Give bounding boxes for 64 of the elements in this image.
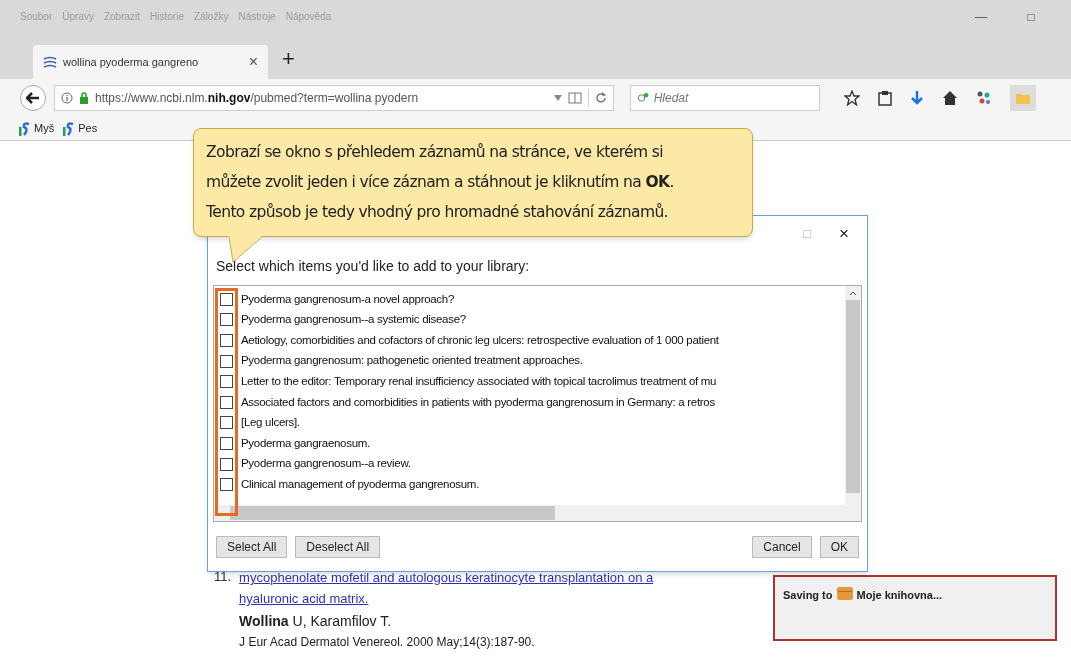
- bookmark[interactable]: Pes: [62, 120, 98, 137]
- horizontal-scrollbar-thumb[interactable]: [230, 506, 555, 520]
- result-number: 11.: [214, 568, 232, 586]
- tab-title: wollina pyoderma gangreno: [63, 54, 199, 70]
- checkbox[interactable]: [220, 416, 233, 430]
- dialog-prompt: Select which items you'd like to add to your library:: [216, 257, 531, 276]
- checkbox[interactable]: [220, 292, 233, 306]
- item-title: Pyoderma gangraenosum.: [241, 435, 370, 451]
- scrollbar-thumb[interactable]: [846, 300, 860, 493]
- new-tab-button[interactable]: +: [282, 42, 295, 75]
- item-title: Associated factors and comorbidities in patients with pyoderma gangrenosum in Germany: a retros: [241, 394, 715, 410]
- checkbox[interactable]: [220, 478, 233, 492]
- checkbox[interactable]: [220, 457, 233, 471]
- checkbox[interactable]: [220, 395, 233, 409]
- dialog-button[interactable]: Cancel: [752, 536, 812, 558]
- window-control[interactable]: ×: [839, 221, 849, 247]
- authors-text: Wollina U, Karamfilov T.: [239, 612, 393, 631]
- library-name: Moje knihovna...: [856, 588, 943, 603]
- folder-icon: [1016, 92, 1030, 104]
- info-icon: [61, 92, 73, 104]
- lock-icon: [79, 92, 89, 104]
- checkbox[interactable]: [220, 436, 233, 450]
- journal-text: J Eur Acad Dermatol Venereol. 2000 May;14(3):187-90.: [239, 634, 536, 651]
- home-icon[interactable]: [942, 90, 958, 106]
- back-button[interactable]: [20, 85, 46, 111]
- item-title: Aetiology, comorbidities and cofactors of chronic leg ulcers: retrospective evaluation of 1 000 patient: [241, 332, 719, 348]
- close-icon[interactable]: ×: [248, 50, 258, 74]
- clipboard-icon[interactable]: [878, 90, 892, 106]
- bookmark[interactable]: Myš: [18, 120, 55, 137]
- search-input[interactable]: Hledat: [653, 89, 813, 107]
- item-title: Pyoderma gangrenosum--a review.: [241, 456, 411, 472]
- url-text: https://www.ncbi.nlm.nih.gov/pubmed?term=wollina pyodern: [95, 90, 419, 107]
- dropdown-icon[interactable]: [554, 95, 562, 101]
- dialog-button[interactable]: OK: [819, 536, 859, 558]
- address-bar[interactable]: https://www.ncbi.nlm.nih.gov/pubmed?term=wollina pyodern: [54, 85, 614, 111]
- checkbox[interactable]: [220, 375, 233, 389]
- library-icon: [836, 587, 853, 600]
- item-title: Pyoderma gangrenosum--a systemic disease?: [241, 312, 466, 328]
- browser-tab[interactable]: wollina pyoderma gangreno ×: [33, 45, 268, 79]
- reader-view-icon[interactable]: [568, 92, 582, 104]
- window-control[interactable]: —: [961, 7, 1001, 26]
- helix-icon: [43, 56, 57, 68]
- bookmark-logo-icon: [18, 121, 30, 136]
- reload-icon[interactable]: [595, 92, 607, 104]
- dialog-button[interactable]: Deselect All: [295, 536, 381, 558]
- saving-label: Saving to: [783, 588, 833, 603]
- checkbox[interactable]: [220, 313, 233, 327]
- checkbox[interactable]: [220, 334, 233, 347]
- bookmark-logo-icon: [62, 121, 75, 136]
- dialog-button[interactable]: Select All: [216, 536, 288, 558]
- callout-text: Zobrazí se okno s přehledem záznamů na stránce, ve kterém si můžete zvolit jeden i více záznam a stáhnout je kliknutím na OK. Tento způsob je tedy vhodný pro hromadné stahování záznamů.: [206, 142, 675, 223]
- back-arrow-icon: [26, 92, 40, 104]
- item-title: Pyoderma gangrenosum-a novel approach?: [241, 291, 454, 307]
- search-icon: [637, 92, 650, 104]
- item-title: Letter to the editor: Temporary renal insufficiency associated with topical tacrolimus treatment of mu: [241, 374, 717, 390]
- item-title: [Leg ulcers].: [241, 415, 300, 431]
- star-icon[interactable]: [844, 90, 860, 106]
- window-control[interactable]: □: [1011, 7, 1051, 26]
- search-field[interactable]: Hledat: [630, 85, 820, 111]
- download-icon[interactable]: [910, 90, 924, 106]
- item-title: Pyoderma gangrenosum: pathogenetic oriented treatment approaches.: [241, 353, 583, 369]
- checkbox[interactable]: [220, 354, 233, 368]
- article-link[interactable]: hyaluronic acid matrix.: [239, 588, 369, 609]
- item-title: Clinical management of pyoderma gangrenosum.: [241, 477, 480, 492]
